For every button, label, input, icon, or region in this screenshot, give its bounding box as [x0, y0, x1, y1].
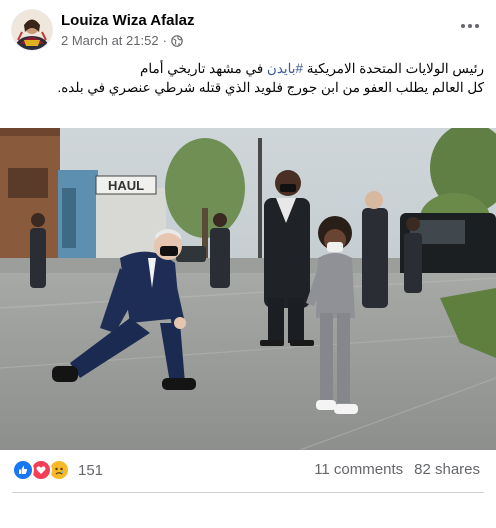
- post-timestamp[interactable]: 2 March at 21:52: [61, 33, 159, 48]
- post-text-segment: في مشهد تاريخي أمام: [140, 61, 267, 76]
- more-dot-icon: [461, 24, 465, 28]
- more-dot-icon: [468, 24, 472, 28]
- more-dot-icon: [475, 24, 479, 28]
- post-text-line-1: رئيس الولايات المتحدة الامريكية #بايدن ف…: [14, 59, 484, 78]
- photo-sign-text: HAUL: [108, 178, 144, 193]
- post-text-segment: رئيس الولايات المتحدة الامريكية: [303, 61, 484, 76]
- more-options-button[interactable]: [454, 12, 486, 40]
- reactions-summary[interactable]: 151: [12, 459, 103, 481]
- footer-divider: [12, 492, 484, 493]
- post-text-line-2: كل العالم يطلب العفو من ابن جورج فلويد ا…: [57, 80, 484, 95]
- author-avatar[interactable]: [12, 10, 52, 50]
- shares-link[interactable]: 82 shares: [414, 461, 480, 478]
- post-meta: 2 March at 21:52 ·: [61, 33, 183, 48]
- globe-icon[interactable]: [171, 34, 183, 47]
- hashtag-link[interactable]: #بايدن: [267, 61, 303, 76]
- avatar-image: [12, 10, 52, 50]
- comments-link[interactable]: 11 comments: [314, 461, 403, 478]
- like-reaction-icon: [12, 459, 34, 481]
- facebook-post: Louiza Wiza Afalaz 2 March at 21:52 · رئ…: [0, 0, 496, 528]
- engagement-stats: 11 comments 82 shares: [314, 461, 480, 478]
- post-photo[interactable]: HAUL: [0, 128, 496, 450]
- reaction-count: 151: [78, 461, 104, 479]
- author-name[interactable]: Louiza Wiza Afalaz: [61, 12, 195, 29]
- meta-separator: ·: [162, 33, 167, 48]
- post-text: رئيس الولايات المتحدة الامريكية #بايدن ف…: [14, 59, 484, 97]
- photo-scene: HAUL: [0, 128, 496, 450]
